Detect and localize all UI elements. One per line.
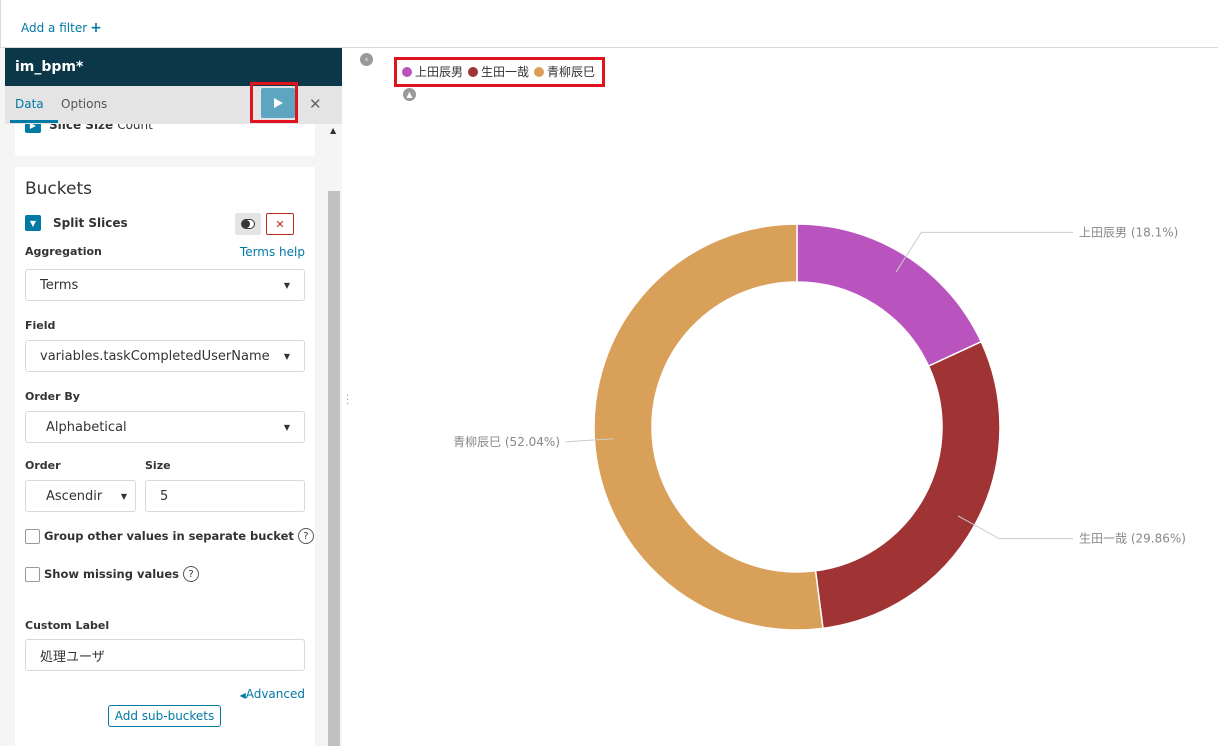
caret-down-icon: ▼ [283, 280, 290, 290]
slice-label: 生田一哉 (29.86%) [1079, 531, 1186, 546]
sidebar-scrollbar-thumb[interactable] [328, 191, 340, 746]
metric-row[interactable]: ▶ Slice Size Count [25, 124, 153, 133]
discard-changes-icon[interactable]: ✕ [309, 95, 322, 113]
split-slices-label: Split Slices [53, 216, 128, 230]
add-filter-label[interactable]: Add a filter [21, 21, 87, 35]
toggle-icon [241, 219, 255, 229]
help-icon[interactable]: ? [183, 566, 200, 582]
size-label: Size [145, 459, 171, 472]
metric-value: Count [117, 124, 153, 132]
tab-options[interactable]: Options [61, 97, 107, 111]
show-missing-row: Show missing values ? [25, 566, 200, 582]
order-select[interactable]: Ascendir ▼ [25, 480, 136, 512]
show-missing-checkbox[interactable] [25, 566, 40, 582]
caret-down-icon: ▼ [283, 422, 290, 432]
split-slices-row[interactable]: ▼ Split Slices [25, 215, 128, 231]
remove-bucket-button[interactable]: ✕ [266, 213, 294, 235]
order-by-value: Alphabetical [46, 419, 127, 435]
buckets-card: Buckets ▼ Split Slices ✕ Aggregation Ter… [15, 167, 315, 746]
visualization-area: ‹ 上田辰男 生田一哉 青柳辰巳 ▲ 上田辰男 (18.1%) 生田一哉 (29.… [354, 48, 1218, 746]
slice-label: 青柳辰巳 (52.04%) [453, 435, 560, 449]
pie-slice[interactable] [814, 340, 1001, 630]
order-by-select[interactable]: Alphabetical ▼ [25, 411, 305, 443]
field-select[interactable]: variables.taskCompletedUserName ▼ [25, 340, 305, 372]
buckets-title: Buckets [25, 179, 93, 199]
editor-sidebar: im_bpm* Data Options ✕ ▶ Slice Size Coun… [0, 48, 342, 746]
bucket-actions: ✕ [235, 213, 294, 235]
slice-label-line [895, 231, 1073, 273]
slice-label: 上田辰男 (18.1%) [1079, 225, 1178, 239]
caret-down-icon: ▼ [283, 351, 290, 361]
advanced-label: Advanced [245, 687, 305, 701]
pie-slice[interactable] [796, 223, 983, 368]
field-label: Field [25, 319, 56, 332]
chevron-right-icon[interactable]: ▶ [25, 124, 41, 133]
terms-help-link[interactable]: Terms help [240, 245, 305, 259]
pie-chart: 上田辰男 (18.1%) 生田一哉 (29.86%) 青柳辰巳 (52.04%) [453, 223, 1186, 631]
group-other-row: Group other values in separate bucket ? [25, 528, 314, 544]
tab-data[interactable]: Data [15, 97, 44, 111]
group-other-checkbox[interactable] [25, 528, 40, 544]
help-icon[interactable]: ? [297, 528, 314, 544]
toggle-enable-icon[interactable] [235, 213, 261, 235]
caret-down-icon: ▼ [120, 491, 127, 501]
size-input[interactable]: 5 [145, 480, 305, 512]
order-label: Order [25, 459, 61, 472]
custom-label-input[interactable]: 処理ユーザ [25, 639, 305, 671]
sidebar-scroll-area: ▶ Slice Size Count Buckets ▼ Split Slice… [5, 124, 342, 746]
aggregation-select[interactable]: Terms ▼ [25, 269, 305, 301]
pie-slice[interactable] [593, 223, 824, 631]
add-sub-buckets-button[interactable]: Add sub-buckets [108, 705, 221, 727]
field-value: variables.taskCompletedUserName [40, 348, 270, 364]
add-filter-link[interactable]: Add a filter + [21, 20, 102, 36]
custom-label-label: Custom Label [25, 619, 110, 632]
show-missing-label: Show missing values [44, 567, 180, 581]
aggregation-value: Terms [40, 277, 79, 293]
aggregation-label: Aggregation [25, 245, 102, 258]
metric-label: Slice Size [49, 124, 114, 132]
order-by-label: Order By [25, 390, 80, 403]
metric-card: ▶ Slice Size Count [15, 124, 315, 156]
index-pattern-title: im_bpm* [5, 48, 342, 86]
plus-icon[interactable]: + [90, 20, 102, 36]
active-tab-indicator [10, 120, 58, 123]
group-other-label: Group other values in separate bucket [44, 529, 294, 543]
order-value: Ascendir [46, 488, 103, 504]
advanced-link[interactable]: ◀Advanced [240, 687, 305, 701]
scroll-up-icon[interactable]: ▲ [330, 126, 336, 135]
chevron-down-icon[interactable]: ▼ [25, 215, 41, 231]
apply-button-highlight [250, 82, 298, 123]
sidebar-resize-handle[interactable]: · · · [346, 392, 349, 410]
filter-bar: Add a filter + [0, 0, 1218, 48]
